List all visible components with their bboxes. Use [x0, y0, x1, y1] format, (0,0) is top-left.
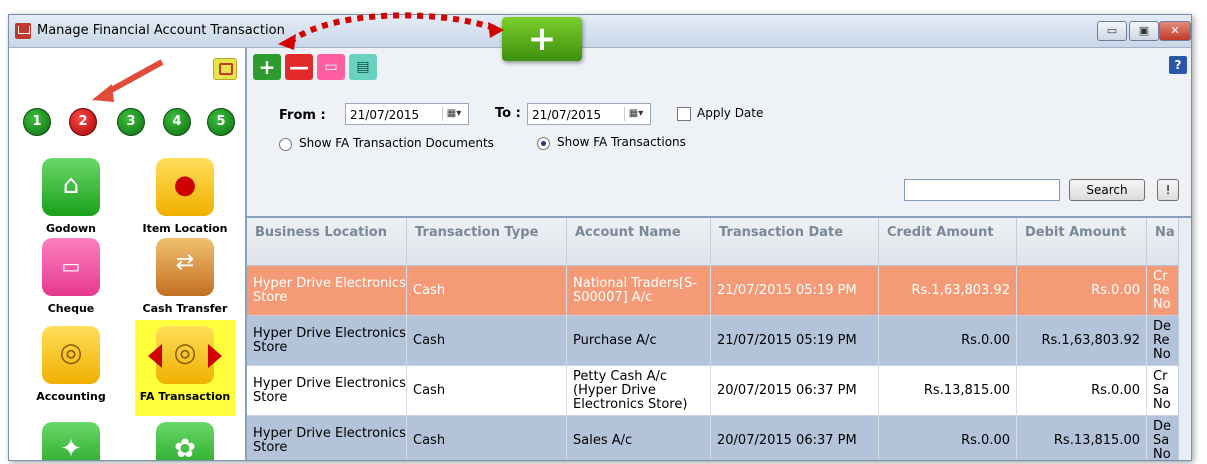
annotation-overlay: [92, 12, 504, 102]
arrowhead-left-icon: [278, 34, 296, 50]
pointer-arrowhead-icon: [92, 84, 114, 102]
pointer-arrow-line: [102, 59, 164, 97]
dotted-arrow: [288, 12, 502, 45]
arrowhead-right-icon: [488, 22, 504, 38]
